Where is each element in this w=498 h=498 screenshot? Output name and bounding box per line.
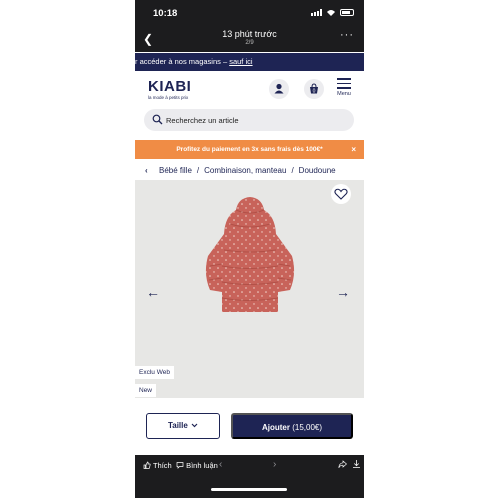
breadcrumb-item[interactable]: Combinaison, manteau <box>204 166 286 175</box>
like-button[interactable]: Thích <box>143 461 172 470</box>
breadcrumb-separator: / <box>196 166 200 175</box>
signal-icon <box>311 9 322 16</box>
status-time: 10:18 <box>153 8 178 19</box>
add-to-cart-button[interactable]: Ajouter (15,00€) <box>231 413 353 439</box>
viewer-title: 13 phút trước <box>222 29 277 39</box>
user-button[interactable] <box>269 79 289 99</box>
breadcrumb-separator: / <box>291 166 294 175</box>
user-icon <box>274 83 284 94</box>
product-image[interactable]: ← → Exclu Web New <box>135 180 364 398</box>
chevron-left-icon[interactable]: ❮ <box>143 32 153 46</box>
breadcrumb-item[interactable]: Doudoune <box>299 166 336 175</box>
viewer-bottom-bar: Thích Bình luận ‹ › <box>135 455 364 479</box>
cart-icon: 0 <box>310 83 318 94</box>
image-prev-arrow[interactable]: ← <box>146 284 160 300</box>
add-label: Ajouter <box>261 423 290 432</box>
menu-label: Menu <box>337 90 351 97</box>
store-banner-text: r accéder à nos magasins – <box>135 57 230 66</box>
heart-icon <box>334 188 348 200</box>
menu-button[interactable]: Menu <box>335 78 353 97</box>
search-icon <box>152 114 163 125</box>
phone-screen: 10:18 ❮ 13 phút trước 2/9 ··· r accéder … <box>135 0 364 498</box>
viewer-header: ❮ 13 phút trước 2/9 ··· <box>135 26 364 52</box>
image-next-arrow[interactable]: → <box>336 284 350 300</box>
battery-icon <box>340 9 354 16</box>
download-icon[interactable] <box>352 459 361 469</box>
jacket-image <box>205 197 295 312</box>
size-label: Taille <box>167 421 188 430</box>
hamburger-icon <box>335 78 353 89</box>
cart-count: 0 <box>313 88 316 94</box>
kiabi-logo[interactable]: KIABI la mode à petits prix <box>148 78 192 100</box>
close-icon[interactable]: × <box>351 140 356 159</box>
promo-text: Profitez du paiement en 3x sans frais dè… <box>176 146 323 153</box>
share-icon[interactable] <box>338 460 347 469</box>
home-indicator-area <box>135 479 364 498</box>
site-header: KIABI la mode à petits prix 0 Menu <box>135 71 364 107</box>
chevron-down-icon <box>191 423 198 428</box>
tag-exclusive-web: Exclu Web <box>135 366 174 379</box>
logo-tagline: la mode à petits prix <box>148 95 189 100</box>
breadcrumb-item[interactable]: Bébé fille <box>159 166 192 175</box>
viewer-prev-icon[interactable]: ‹ <box>219 459 222 470</box>
favorite-button[interactable] <box>331 184 351 204</box>
cart-button[interactable]: 0 <box>304 79 324 99</box>
wifi-icon <box>327 10 335 16</box>
size-select-button[interactable]: Taille <box>146 413 220 439</box>
viewer-count: 2/9 <box>245 40 254 46</box>
comment-button[interactable]: Bình luận <box>176 461 218 470</box>
search-bar[interactable] <box>144 109 354 131</box>
comment-icon <box>176 462 184 469</box>
status-bar: 10:18 <box>135 0 364 26</box>
price-label: (15,00€) <box>292 423 323 432</box>
store-banner: r accéder à nos magasins – sauf ici <box>135 53 364 71</box>
store-banner-link[interactable]: sauf ici <box>229 57 252 66</box>
more-icon[interactable]: ··· <box>340 29 354 41</box>
search-input[interactable] <box>166 109 346 131</box>
breadcrumb-back-icon[interactable]: ‹ <box>145 162 148 180</box>
comment-label: Bình luận <box>186 461 218 470</box>
logo-text: KIABI <box>148 78 192 95</box>
tag-new: New <box>135 384 157 397</box>
action-bar: Taille Ajouter (15,00€) <box>135 406 364 446</box>
breadcrumb: ‹ Bébé fille / Combinaison, manteau / Doudou… <box>135 162 364 180</box>
like-label: Thích <box>152 461 172 470</box>
status-icons <box>311 9 354 16</box>
thumbs-up-icon <box>143 461 151 469</box>
home-indicator[interactable] <box>211 488 287 491</box>
promo-banner[interactable]: Profitez du paiement en 3x sans frais dè… <box>135 140 364 159</box>
viewer-next-icon[interactable]: › <box>273 459 276 470</box>
